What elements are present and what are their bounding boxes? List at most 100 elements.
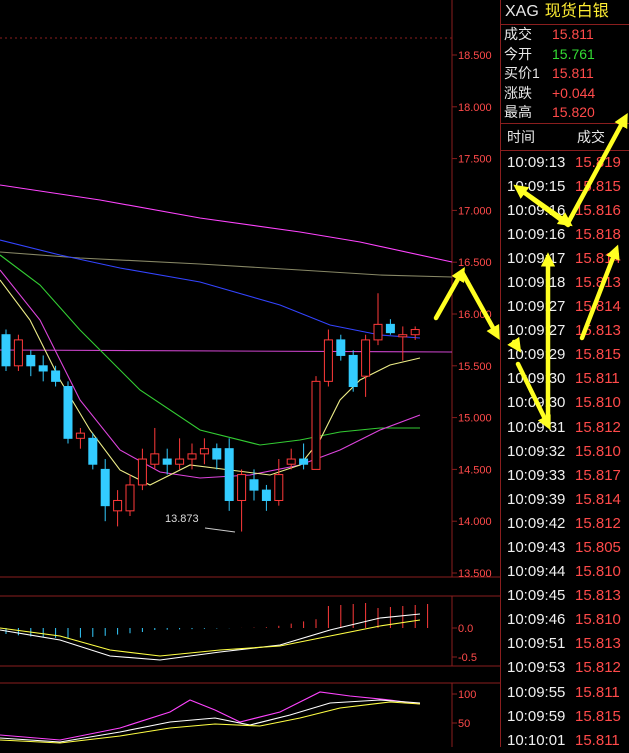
candle-body [26, 354, 36, 367]
tick-row[interactable]: 10:09:30 15.810 [501, 391, 629, 415]
tick-price: 15.812 [575, 514, 621, 532]
price-axis-label: 14.000 [458, 516, 492, 528]
candle-body [125, 484, 135, 512]
tick-row[interactable]: 10:09:39 15.814 [501, 488, 629, 512]
tick-price: 15.810 [575, 611, 621, 629]
tick-list[interactable]: 10:09:13 15.819 10:09:15 15.815 10:09:16 15.8… [501, 151, 629, 753]
quote-value: +0.044 [552, 84, 596, 101]
price-column-header: 成交 [577, 128, 605, 145]
tick-time: 10:09:33 [507, 466, 566, 484]
tick-time: 10:09:42 [507, 514, 566, 532]
chart-canvas[interactable]: 18.500 18.000 17.500 17.000 16.500 16.000 15.5… [0, 0, 500, 747]
tick-price: 15.814 [575, 298, 621, 316]
tick-price: 15.811 [575, 683, 620, 701]
tick-time: 10:09:32 [507, 442, 566, 460]
tick-row[interactable]: 10:09:51 15.813 [501, 632, 629, 656]
quote-label: 今开 [504, 45, 532, 62]
candle-body [38, 365, 48, 372]
tick-price: 15.813 [575, 587, 621, 605]
tick-price: 15.810 [575, 563, 621, 581]
tick-time: 10:09:16 [507, 225, 566, 243]
quote-value: 15.761 [552, 45, 595, 62]
tick-row[interactable]: 10:09:55 15.811 [501, 681, 629, 705]
low-price-label: 13.873 [165, 513, 199, 525]
tick-price: 15.813 [575, 322, 621, 340]
tick-price: 15.811 [575, 370, 620, 388]
tick-row[interactable]: 10:09:59 15.815 [501, 705, 629, 729]
candle-body [63, 386, 73, 439]
quote-summary: 成交 15.811 今开 15.761 买价1 15.811 涨跌 +0.044 最高 15.82… [501, 25, 629, 124]
tick-time: 10:09:13 [507, 153, 566, 171]
tick-time: 10:09:17 [507, 249, 566, 267]
tick-price: 15.810 [575, 442, 621, 460]
quote-row: 最高 15.820 [501, 103, 629, 123]
ma-line-blue [0, 239, 421, 339]
candle-body [249, 479, 259, 491]
tick-time: 10:09:27 [507, 322, 566, 340]
quote-row: 买价1 15.811 [501, 64, 629, 84]
candle-body [13, 339, 23, 367]
instrument-code: XAG [505, 3, 539, 20]
tick-price: 15.815 [575, 177, 621, 195]
candle-body [187, 453, 197, 460]
tick-row[interactable]: 10:09:33 15.817 [501, 464, 629, 488]
tick-row[interactable]: 10:09:31 15.812 [501, 416, 629, 440]
quote-label: 最高 [504, 104, 532, 120]
tick-row[interactable]: 10:09:32 15.810 [501, 440, 629, 464]
kline-chart[interactable]: 18.500 18.000 17.500 17.000 16.500 16.000 15.5… [0, 0, 500, 747]
tick-price: 15.813 [575, 635, 621, 653]
tick-time: 10:09:29 [507, 346, 566, 364]
macd-dea-line [0, 619, 421, 657]
candle-body [150, 453, 160, 465]
candle-body [237, 474, 247, 501]
tick-row[interactable]: 10:09:53 15.812 [501, 656, 629, 680]
tick-row[interactable]: 10:09:27 15.813 [501, 319, 629, 343]
low-pointer [204, 527, 236, 533]
tick-row[interactable]: 10:09:43 15.805 [501, 536, 629, 560]
tick-time: 10:09:46 [507, 611, 566, 629]
tick-time: 10:09:39 [507, 490, 566, 508]
tick-price: 15.814 [575, 249, 621, 267]
quote-row: 涨跌 +0.044 [501, 84, 629, 104]
tick-row[interactable]: 10:09:27 15.814 [501, 295, 629, 319]
tick-row[interactable]: 10:09:29 15.815 [501, 343, 629, 367]
ma-line-pink-long [0, 184, 453, 263]
tick-price: 15.811 [575, 731, 620, 749]
tick-price: 15.814 [575, 490, 621, 508]
tick-time: 10:09:18 [507, 273, 566, 291]
candle-body [336, 339, 346, 356]
candle-body [274, 474, 284, 501]
candle-body [311, 380, 321, 470]
tick-row[interactable]: 10:10:01 15.811 [501, 729, 629, 753]
candle-body [398, 334, 408, 338]
tick-price: 15.812 [575, 659, 621, 677]
tick-row[interactable]: 10:09:42 15.812 [501, 512, 629, 536]
quote-label: 成交 [504, 26, 532, 42]
tick-time: 10:09:45 [507, 587, 566, 605]
tick-row[interactable]: 10:09:44 15.810 [501, 560, 629, 584]
candle-body [385, 323, 395, 334]
tick-row[interactable]: 10:09:46 15.810 [501, 608, 629, 632]
kdj-axis-label: 50 [458, 718, 470, 730]
price-axis-label: 15.000 [458, 413, 492, 425]
price-axis-label: 16.500 [458, 257, 492, 269]
price-level-line [0, 349, 453, 353]
time-column-header: 时间 [507, 128, 535, 145]
tick-time: 10:09:59 [507, 707, 566, 725]
tick-row[interactable]: 10:09:45 15.813 [501, 584, 629, 608]
quote-value: 15.811 [552, 26, 594, 42]
tick-price: 15.817 [575, 466, 621, 484]
candle-body [137, 458, 147, 486]
candle-body [113, 499, 123, 512]
candle-body [224, 448, 234, 501]
tick-row[interactable]: 10:09:15 15.815 [501, 175, 629, 199]
tick-row[interactable]: 10:09:16 15.818 [501, 223, 629, 247]
tick-time: 10:09:55 [507, 683, 566, 701]
tick-row[interactable]: 10:09:17 15.814 [501, 247, 629, 271]
price-axis-label: 13.500 [458, 568, 492, 580]
tick-price: 15.812 [575, 418, 621, 436]
tick-row[interactable]: 10:09:30 15.811 [501, 367, 629, 391]
tick-row[interactable]: 10:09:16 15.816 [501, 199, 629, 223]
tick-row[interactable]: 10:09:13 15.819 [501, 151, 629, 175]
tick-row[interactable]: 10:09:18 15.813 [501, 271, 629, 295]
